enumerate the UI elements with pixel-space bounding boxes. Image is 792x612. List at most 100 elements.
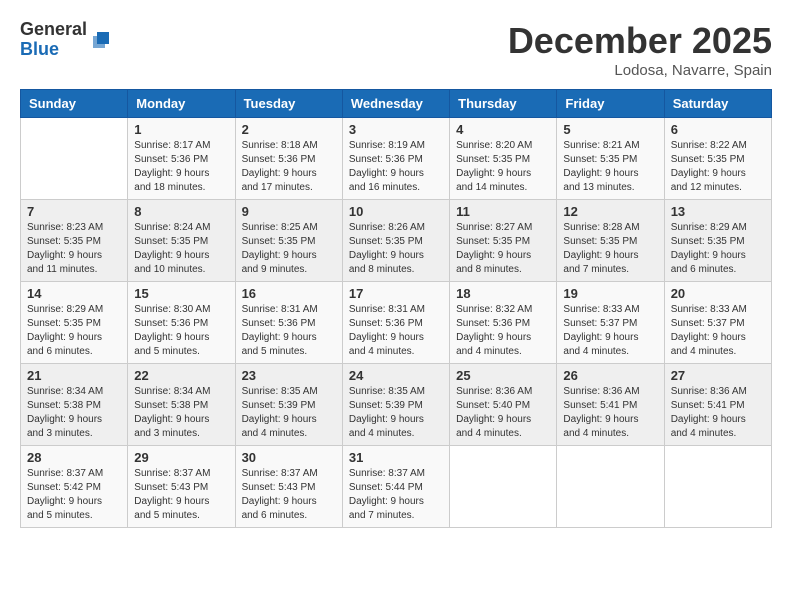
- calendar-header-wednesday: Wednesday: [342, 90, 449, 118]
- calendar-cell: 19 Sunrise: 8:33 AMSunset: 5:37 PMDayligh…: [557, 282, 664, 364]
- day-number: 12: [563, 204, 657, 219]
- day-number: 22: [134, 368, 228, 383]
- location: Lodosa, Navarre, Spain: [508, 62, 772, 79]
- calendar-cell: 27Sunrise: 8:36 AMSunset: 5:41 PMDayligh…: [664, 364, 771, 446]
- calendar-cell: 24Sunrise: 8:35 AMSunset: 5:39 PMDayligh…: [342, 364, 449, 446]
- day-info: Sunrise: 8:18 AMSunset: 5:36 PMDaylight:…: [242, 139, 336, 195]
- day-info: Sunrise: 8:26 AMSunset: 5:35 PMDaylight:…: [349, 221, 443, 277]
- day-info: Sunrise: 8:34 AMSunset: 5:38 PMDaylight:…: [134, 385, 228, 441]
- calendar-cell: [664, 446, 771, 528]
- title-section: December 2025 Lodosa, Navarre, Spain: [508, 20, 772, 79]
- day-number: 16: [242, 286, 336, 301]
- logo-icon: [89, 28, 113, 52]
- calendar-cell: 16 Sunrise: 8:31 AMSunset: 5:36 PMDayligh…: [235, 282, 342, 364]
- calendar-cell: 7Sunrise: 8:23 AMSunset: 5:35 PMDaylight…: [21, 200, 128, 282]
- calendar-cell: 28 Sunrise: 8:37 AMSunset: 5:42 PMDayligh…: [21, 446, 128, 528]
- day-info: Sunrise: 8:28 AMSunset: 5:35 PMDaylight:…: [563, 221, 657, 277]
- day-info: Sunrise: 8:22 AMSunset: 5:35 PMDaylight:…: [671, 139, 765, 195]
- day-number: 7: [27, 204, 121, 219]
- calendar-header-friday: Friday: [557, 90, 664, 118]
- calendar-cell: 20 Sunrise: 8:33 AMSunset: 5:37 PMDayligh…: [664, 282, 771, 364]
- day-info: Sunrise: 8:17 AMSunset: 5:36 PMDaylight:…: [134, 139, 228, 195]
- calendar-cell: 15Sunrise: 8:30 AMSunset: 5:36 PMDayligh…: [128, 282, 235, 364]
- day-number: 17: [349, 286, 443, 301]
- calendar-cell: 9 Sunrise: 8:25 AMSunset: 5:35 PMDaylight…: [235, 200, 342, 282]
- day-number: 19: [563, 286, 657, 301]
- day-info: Sunrise: 8:19 AMSunset: 5:36 PMDaylight:…: [349, 139, 443, 195]
- day-info: Sunrise: 8:37 AMSunset: 5:42 PMDaylight:…: [27, 467, 121, 523]
- calendar-cell: 11Sunrise: 8:27 AMSunset: 5:35 PMDayligh…: [450, 200, 557, 282]
- day-info: Sunrise: 8:25 AMSunset: 5:35 PMDaylight:…: [242, 221, 336, 277]
- day-number: 23: [242, 368, 336, 383]
- calendar-week-3: 14 Sunrise: 8:29 AMSunset: 5:35 PMDayligh…: [21, 282, 772, 364]
- calendar-cell: 14 Sunrise: 8:29 AMSunset: 5:35 PMDayligh…: [21, 282, 128, 364]
- day-info: Sunrise: 8:34 AMSunset: 5:38 PMDaylight:…: [27, 385, 121, 441]
- day-number: 24: [349, 368, 443, 383]
- day-info: Sunrise: 8:21 AMSunset: 5:35 PMDaylight:…: [563, 139, 657, 195]
- day-number: 6: [671, 122, 765, 137]
- calendar-cell: 2 Sunrise: 8:18 AMSunset: 5:36 PMDaylight…: [235, 118, 342, 200]
- day-info: Sunrise: 8:20 AMSunset: 5:35 PMDaylight:…: [456, 139, 550, 195]
- calendar-cell: 31Sunrise: 8:37 AMSunset: 5:44 PMDayligh…: [342, 446, 449, 528]
- logo-blue: Blue: [20, 40, 87, 60]
- day-info: Sunrise: 8:27 AMSunset: 5:35 PMDaylight:…: [456, 221, 550, 277]
- calendar-cell: 5 Sunrise: 8:21 AMSunset: 5:35 PMDaylight…: [557, 118, 664, 200]
- day-info: Sunrise: 8:36 AMSunset: 5:41 PMDaylight:…: [563, 385, 657, 441]
- day-info: Sunrise: 8:30 AMSunset: 5:36 PMDaylight:…: [134, 303, 228, 359]
- calendar-week-4: 21 Sunrise: 8:34 AMSunset: 5:38 PMDayligh…: [21, 364, 772, 446]
- calendar-cell: 22 Sunrise: 8:34 AMSunset: 5:38 PMDayligh…: [128, 364, 235, 446]
- day-number: 3: [349, 122, 443, 137]
- calendar-cell: 29 Sunrise: 8:37 AMSunset: 5:43 PMDayligh…: [128, 446, 235, 528]
- calendar-cell: 6 Sunrise: 8:22 AMSunset: 5:35 PMDaylight…: [664, 118, 771, 200]
- calendar-cell: 30 Sunrise: 8:37 AMSunset: 5:43 PMDayligh…: [235, 446, 342, 528]
- month-title: December 2025: [508, 20, 772, 62]
- day-info: Sunrise: 8:29 AMSunset: 5:35 PMDaylight:…: [27, 303, 121, 359]
- day-info: Sunrise: 8:31 AMSunset: 5:36 PMDaylight:…: [349, 303, 443, 359]
- day-number: 28: [27, 450, 121, 465]
- day-number: 31: [349, 450, 443, 465]
- calendar-header-thursday: Thursday: [450, 90, 557, 118]
- day-number: 1: [134, 122, 228, 137]
- day-info: Sunrise: 8:35 AMSunset: 5:39 PMDaylight:…: [242, 385, 336, 441]
- logo: General Blue: [20, 20, 113, 60]
- calendar-cell: [21, 118, 128, 200]
- calendar-cell: 1 Sunrise: 8:17 AMSunset: 5:36 PMDaylight…: [128, 118, 235, 200]
- calendar-cell: 8Sunrise: 8:24 AMSunset: 5:35 PMDaylight…: [128, 200, 235, 282]
- day-number: 29: [134, 450, 228, 465]
- day-info: Sunrise: 8:37 AMSunset: 5:43 PMDaylight:…: [242, 467, 336, 523]
- day-number: 26: [563, 368, 657, 383]
- day-info: Sunrise: 8:33 AMSunset: 5:37 PMDaylight:…: [563, 303, 657, 359]
- day-number: 2: [242, 122, 336, 137]
- day-info: Sunrise: 8:32 AMSunset: 5:36 PMDaylight:…: [456, 303, 550, 359]
- calendar-header-saturday: Saturday: [664, 90, 771, 118]
- calendar-week-1: 1 Sunrise: 8:17 AMSunset: 5:36 PMDaylight…: [21, 118, 772, 200]
- logo-general: General: [20, 20, 87, 40]
- day-number: 5: [563, 122, 657, 137]
- calendar-cell: 26 Sunrise: 8:36 AMSunset: 5:41 PMDayligh…: [557, 364, 664, 446]
- day-number: 25: [456, 368, 550, 383]
- calendar-cell: 12 Sunrise: 8:28 AMSunset: 5:35 PMDayligh…: [557, 200, 664, 282]
- day-info: Sunrise: 8:24 AMSunset: 5:35 PMDaylight:…: [134, 221, 228, 277]
- day-number: 13: [671, 204, 765, 219]
- day-number: 30: [242, 450, 336, 465]
- day-info: Sunrise: 8:37 AMSunset: 5:43 PMDaylight:…: [134, 467, 228, 523]
- calendar-header-row: SundayMondayTuesdayWednesdayThursdayFrid…: [21, 90, 772, 118]
- day-number: 27: [671, 368, 765, 383]
- calendar-week-5: 28 Sunrise: 8:37 AMSunset: 5:42 PMDayligh…: [21, 446, 772, 528]
- day-number: 10: [349, 204, 443, 219]
- calendar-cell: 10 Sunrise: 8:26 AMSunset: 5:35 PMDayligh…: [342, 200, 449, 282]
- day-info: Sunrise: 8:31 AMSunset: 5:36 PMDaylight:…: [242, 303, 336, 359]
- day-number: 14: [27, 286, 121, 301]
- calendar-cell: 21 Sunrise: 8:34 AMSunset: 5:38 PMDayligh…: [21, 364, 128, 446]
- day-number: 20: [671, 286, 765, 301]
- calendar-cell: 25Sunrise: 8:36 AMSunset: 5:40 PMDayligh…: [450, 364, 557, 446]
- day-number: 21: [27, 368, 121, 383]
- day-number: 18: [456, 286, 550, 301]
- calendar-cell: 17 Sunrise: 8:31 AMSunset: 5:36 PMDayligh…: [342, 282, 449, 364]
- day-number: 9: [242, 204, 336, 219]
- day-info: Sunrise: 8:33 AMSunset: 5:37 PMDaylight:…: [671, 303, 765, 359]
- calendar-cell: 18 Sunrise: 8:32 AMSunset: 5:36 PMDayligh…: [450, 282, 557, 364]
- calendar-cell: [450, 446, 557, 528]
- page-header: General Blue December 2025 Lodosa, Navar…: [20, 20, 772, 79]
- calendar-week-2: 7Sunrise: 8:23 AMSunset: 5:35 PMDaylight…: [21, 200, 772, 282]
